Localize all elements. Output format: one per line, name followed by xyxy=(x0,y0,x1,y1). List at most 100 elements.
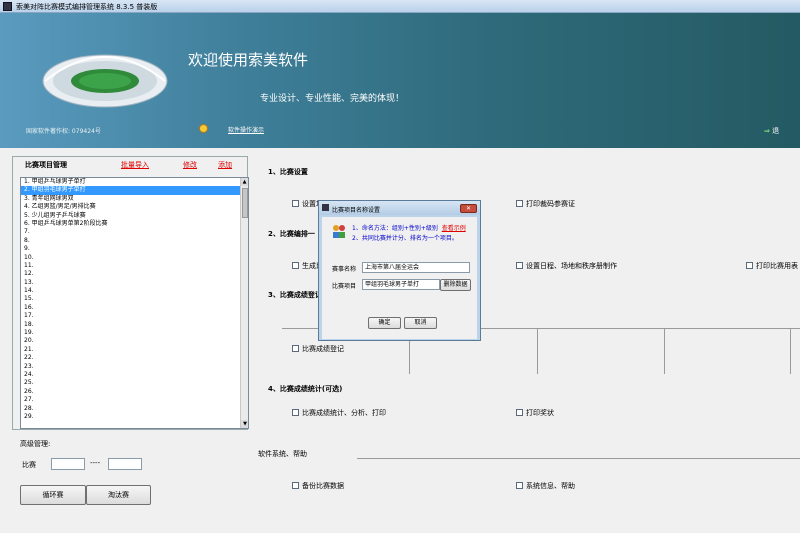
section-4-title: 4、比赛成绩统计(可选) xyxy=(268,385,343,393)
naming-tip: 1、命名方法：组别+性别+级别 查看示例 xyxy=(352,225,466,232)
divider xyxy=(790,328,791,374)
match-to-input[interactable] xyxy=(108,458,142,470)
example-link[interactable]: 查看示例 xyxy=(442,225,466,232)
exit-arrow-icon: ⇒ xyxy=(764,127,770,135)
checkbox-icon xyxy=(292,262,299,269)
list-item[interactable]: 3. 青年组网球男双 xyxy=(21,195,248,203)
checkbox-icon xyxy=(292,200,299,207)
checkbox-icon xyxy=(516,262,523,269)
list-item[interactable]: 10. xyxy=(21,254,248,262)
section-5-title: 软件系统、帮助 xyxy=(258,450,307,458)
list-item[interactable]: 8. xyxy=(21,237,248,245)
list-item[interactable]: 16. xyxy=(21,304,248,312)
header-banner: 欢迎使用索美软件 专业设计、专业性能、完美的体现！ 国家软件著作权: 07942… xyxy=(0,13,800,148)
list-item[interactable]: 11. xyxy=(21,262,248,270)
dialog-body: 1、命名方法：组别+性别+级别 查看示例 2、共同比赛并计分、排名为一个项目。 … xyxy=(322,217,477,339)
print-table-option[interactable]: 打印比赛用表 xyxy=(746,262,798,271)
divider xyxy=(537,328,538,374)
event-panel-header: 比赛项目管理 批量导入 修改 添加 xyxy=(13,157,247,169)
section-1-title: 1、比赛设置 xyxy=(268,168,308,176)
list-item[interactable]: 4. 乙组男篮/男足/男排比赛 xyxy=(21,203,248,211)
list-item[interactable]: 18. xyxy=(21,321,248,329)
event-list[interactable]: 1. 甲组乒乓球男子单打 2. 甲组羽毛球男子单打 3. 青年组网球男双 4. 乙组男… xyxy=(20,177,249,429)
scroll-up-icon[interactable]: ▲ xyxy=(241,178,248,186)
print-awards-option[interactable]: 打印奖状 xyxy=(516,409,554,418)
checkbox-icon xyxy=(516,409,523,416)
range-separator: ---- xyxy=(90,459,101,467)
ok-button[interactable]: 确定 xyxy=(368,317,401,329)
checkbox-icon xyxy=(292,409,299,416)
list-item[interactable]: 28. xyxy=(21,405,248,413)
list-item[interactable]: 14. xyxy=(21,287,248,295)
list-item[interactable]: 13. xyxy=(21,279,248,287)
match-label: 比赛 xyxy=(22,461,36,469)
slogan-text: 专业设计、专业性能、完美的体现！ xyxy=(260,94,405,104)
list-item[interactable]: 9. xyxy=(21,245,248,253)
score-stats-option[interactable]: 比赛成绩统计、分析、打印 xyxy=(292,409,386,418)
list-item[interactable]: 20. xyxy=(21,337,248,345)
list-item[interactable]: 22. xyxy=(21,354,248,362)
stadium-image xyxy=(42,54,168,108)
copyright-text: 国家软件著作权: 079424号 xyxy=(26,128,101,135)
exit-button[interactable]: ⇒ 退 xyxy=(764,126,779,136)
list-item[interactable]: 24. xyxy=(21,371,248,379)
knockout-button[interactable]: 淘汰赛 xyxy=(86,485,151,505)
guide-link[interactable]: 软件操作演示 xyxy=(228,125,264,134)
name-field[interactable]: 上海市第八届全运会 xyxy=(362,262,470,273)
close-icon[interactable]: ✕ xyxy=(460,204,477,213)
edit-link[interactable]: 修改 xyxy=(183,160,197,170)
system-info-option[interactable]: 系统信息、帮助 xyxy=(516,482,575,491)
scroll-thumb[interactable] xyxy=(242,188,248,218)
checkbox-icon xyxy=(292,482,299,489)
cancel-button[interactable]: 取消 xyxy=(404,317,437,329)
delete-data-button[interactable]: 删除数据 xyxy=(440,279,471,291)
dialog-title: 比赛项目名称设置 xyxy=(332,207,381,214)
list-item[interactable]: 23. xyxy=(21,363,248,371)
register-scores-option[interactable]: 比赛成绩登记 xyxy=(292,345,344,354)
list-item[interactable]: 6. 甲组乒乓球男单第2阶段比赛 xyxy=(21,220,248,228)
backup-option[interactable]: 备份比赛数据 xyxy=(292,482,344,491)
add-link[interactable]: 添加 xyxy=(218,160,232,170)
list-item[interactable]: 27. xyxy=(21,396,248,404)
welcome-heading: 欢迎使用索美软件 xyxy=(188,51,309,69)
divider xyxy=(664,328,665,374)
event-name-dialog: 比赛项目名称设置 ✕ 1、命名方法：组别+性别+级别 查看示例 2、共同比赛并计… xyxy=(318,200,481,341)
smiley-icon xyxy=(199,124,208,133)
window-title: 索美对阵比赛模式编排管理系统 8.3.5 普装版 xyxy=(16,3,158,11)
checkbox-icon xyxy=(292,345,299,352)
list-item[interactable]: 7. xyxy=(21,228,248,236)
checkbox-icon xyxy=(746,262,753,269)
list-item[interactable]: 29. xyxy=(21,413,248,421)
name-label: 赛事名称 xyxy=(332,266,357,273)
list-item[interactable]: 5. 少儿组男子乒乓球赛 xyxy=(21,212,248,220)
round-robin-button[interactable]: 循环赛 xyxy=(20,485,86,505)
list-item[interactable]: 19. xyxy=(21,329,248,337)
list-item[interactable]: 15. xyxy=(21,295,248,303)
exit-label: 退 xyxy=(772,127,780,135)
list-item[interactable]: 26. xyxy=(21,388,248,396)
section-3-title: 3、比赛成绩登记( xyxy=(268,291,326,299)
advanced-label: 高级管理: xyxy=(20,440,51,448)
event-field[interactable]: 甲组羽毛球男子单打 xyxy=(362,279,440,290)
event-panel: 比赛项目管理 批量导入 修改 添加 1. 甲组乒乓球男子单打 2. 甲组羽毛球男子… xyxy=(12,156,249,430)
import-link[interactable]: 批量导入 xyxy=(121,160,149,170)
list-item[interactable]: 2. 甲组羽毛球男子单打 xyxy=(21,186,248,195)
match-from-input[interactable] xyxy=(51,458,85,470)
scroll-down-icon[interactable]: ▼ xyxy=(241,420,248,428)
app-icon xyxy=(322,204,329,211)
list-item[interactable]: 12. xyxy=(21,270,248,278)
app-icon xyxy=(3,2,12,11)
list-scrollbar[interactable]: ▲ ▼ xyxy=(240,178,248,428)
print-codes-option[interactable]: 打印裁码参赛证 xyxy=(516,200,575,209)
schedule-option[interactable]: 设置日程、场地和秩序册制作 xyxy=(516,262,617,271)
dialog-titlebar: 比赛项目名称设置 ✕ xyxy=(319,201,480,215)
divider xyxy=(357,458,800,459)
checkbox-icon xyxy=(516,200,523,207)
list-item[interactable]: 17. xyxy=(21,312,248,320)
window-titlebar: 索美对阵比赛模式编排管理系统 8.3.5 普装版 xyxy=(0,0,800,13)
scoring-tip: 2、共同比赛并计分、排名为一个项目。 xyxy=(352,235,458,242)
list-item[interactable]: 21. xyxy=(21,346,248,354)
checkbox-icon xyxy=(516,482,523,489)
list-item[interactable]: 25. xyxy=(21,379,248,387)
people-icon xyxy=(333,225,345,238)
